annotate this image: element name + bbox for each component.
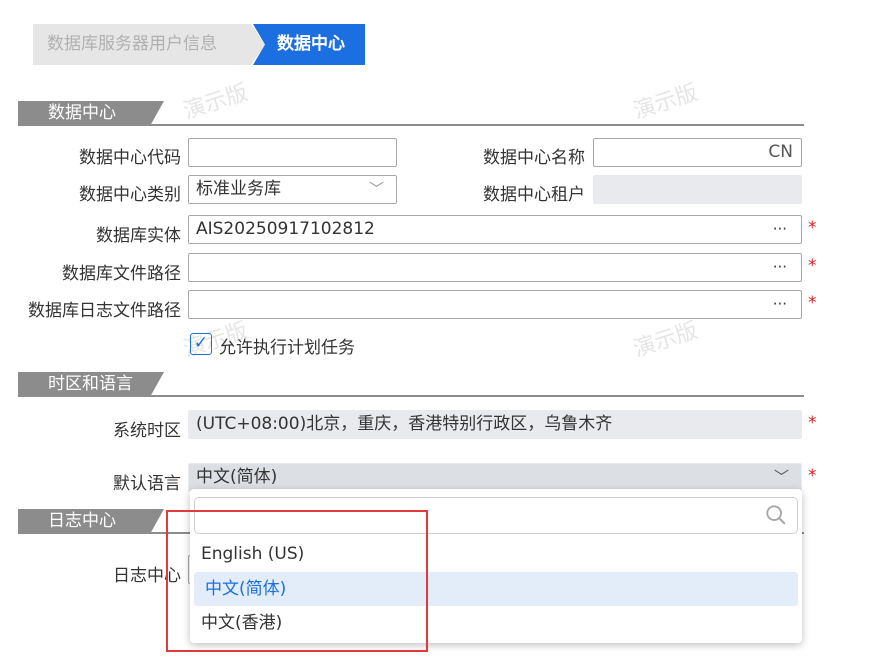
default-lang-label: 默认语言 [113, 474, 181, 494]
db-log-path-label: 数据库日志文件路径 [28, 301, 181, 321]
default-lang-value: 中文(简体) [196, 467, 278, 487]
required-mark: * [808, 218, 817, 238]
dc-type-value: 标准业务库 [196, 179, 281, 199]
section-title: 日志中心 [18, 509, 164, 534]
browse-button[interactable]: ··· [773, 216, 787, 243]
required-mark: * [808, 413, 817, 433]
dc-code-input[interactable] [188, 138, 397, 167]
step-db-server-user-info[interactable]: 数据库服务器用户信息 [33, 24, 265, 65]
db-log-path-input[interactable]: ··· [188, 290, 802, 319]
system-tz-select: (UTC+08:00)北京，重庆，香港特别行政区，乌鲁木齐 [188, 410, 802, 439]
section-title: 数据中心 [18, 101, 164, 126]
db-entity-value: AIS20250917102812 [196, 219, 375, 239]
dc-type-select[interactable]: 标准业务库 ﹀ [188, 175, 397, 204]
required-mark: * [808, 256, 817, 276]
dc-name-label: 数据中心名称 [483, 148, 585, 168]
section-header-timezone-language: 时区和语言 [18, 372, 804, 397]
step-datacenter[interactable]: 数据中心 [253, 24, 365, 65]
required-mark: * [808, 293, 817, 313]
highlight-box [166, 510, 428, 652]
db-entity-input[interactable]: AIS20250917102812 ··· [188, 215, 802, 244]
system-tz-value: (UTC+08:00)北京，重庆，香港特别行政区，乌鲁木齐 [196, 414, 613, 434]
default-lang-select[interactable]: 中文(简体) ﹀ [188, 463, 802, 492]
search-icon [766, 505, 786, 525]
dc-name-value: CN [768, 142, 793, 162]
dc-name-input[interactable]: CN [593, 138, 802, 167]
allow-tasks-label: 允许执行计划任务 [219, 338, 355, 358]
section-header-datacenter: 数据中心 [18, 101, 804, 126]
browse-button[interactable]: ··· [773, 254, 787, 281]
dc-tenant-input [593, 175, 802, 204]
browse-button[interactable]: ··· [773, 291, 787, 318]
chevron-down-icon: ﹀ [368, 180, 384, 198]
allow-tasks-checkbox[interactable]: ✓ [190, 333, 212, 355]
dc-tenant-label: 数据中心租户 [483, 185, 585, 205]
db-file-path-input[interactable]: ··· [188, 253, 802, 282]
chevron-down-icon: ﹀ [773, 468, 789, 486]
dc-code-label: 数据中心代码 [79, 148, 181, 168]
dc-type-label: 数据中心类别 [79, 185, 181, 205]
watermark: 演示版 [630, 318, 702, 363]
section-title: 时区和语言 [18, 372, 164, 397]
db-entity-label: 数据库实体 [96, 226, 181, 246]
required-mark: * [808, 466, 817, 486]
system-tz-label: 系统时区 [113, 421, 181, 441]
db-file-path-label: 数据库文件路径 [62, 264, 181, 284]
